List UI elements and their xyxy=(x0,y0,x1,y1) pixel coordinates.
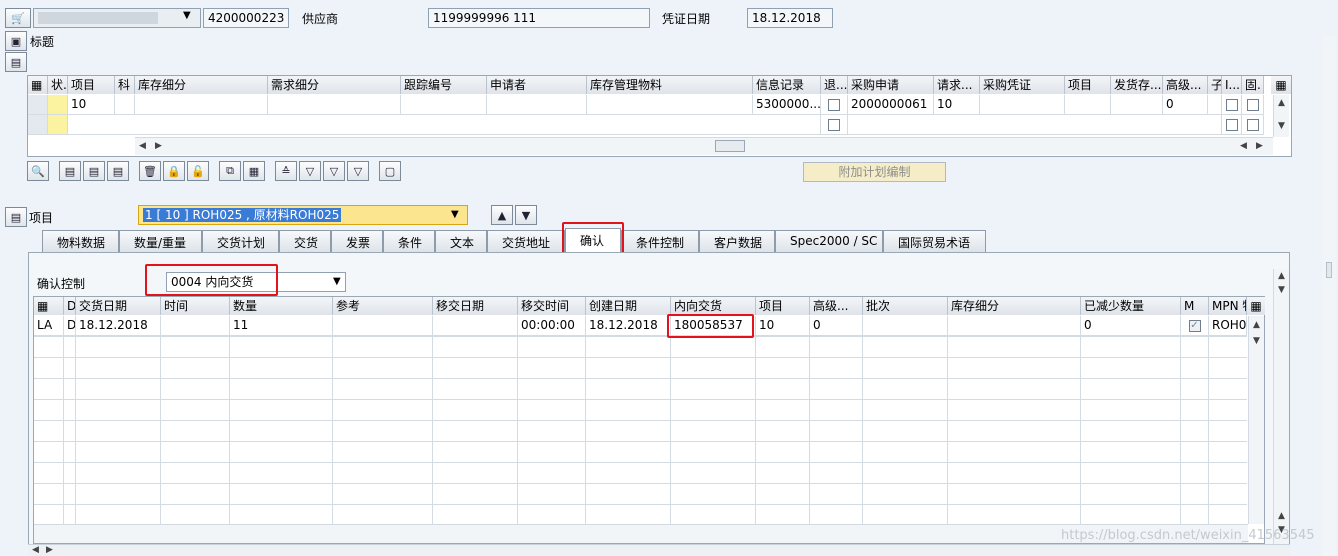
adv-cell[interactable]: 0 xyxy=(1163,95,1208,115)
tab-material-data[interactable]: 物料数据 xyxy=(42,230,119,252)
chevron-down-icon[interactable]: ▼ xyxy=(183,10,191,21)
vendor-field[interactable]: 1199999996 111 xyxy=(428,8,650,28)
select-all-icon[interactable]: ▦ xyxy=(34,297,64,315)
highlight-box-control xyxy=(145,264,278,296)
watermark-text: https://blog.csdn.net/weixin_41563545 xyxy=(1061,528,1315,543)
row-selector[interactable] xyxy=(28,95,48,115)
detail-icon[interactable]: 🔍 xyxy=(27,161,49,181)
table-settings-icon[interactable]: ▦ xyxy=(1271,76,1291,94)
item-select[interactable]: 1 [ 10 ] ROH025 , 原材料ROH025 xyxy=(138,205,468,225)
chevron-down-icon[interactable]: ▼ xyxy=(333,276,341,287)
tab-text[interactable]: 文本 xyxy=(435,230,487,252)
panel-hscroll[interactable]: ◀ ▶ xyxy=(28,544,1290,556)
chevron-down-icon[interactable]: ▼ xyxy=(451,209,459,220)
vendor-label: 供应商 xyxy=(302,12,339,26)
calculator-icon[interactable]: ▦ xyxy=(243,161,265,181)
next-item-icon[interactable]: ▼ xyxy=(515,205,537,225)
tab-quantity-weight[interactable]: 数量/重量 xyxy=(119,230,202,252)
empty-rows xyxy=(34,336,1247,524)
fixed-checkbox[interactable] xyxy=(1246,98,1259,111)
copy-icon[interactable]: ⧉ xyxy=(219,161,241,181)
paste-item-icon[interactable]: ▤ xyxy=(107,161,129,181)
item-table-vscroll[interactable]: ▲ ▼ xyxy=(1273,95,1289,137)
tab-delivery-schedule[interactable]: 交货计划 xyxy=(202,230,279,252)
collapse-detail-icon[interactable]: ▤ xyxy=(5,207,27,227)
unlock-icon[interactable]: 🔓 xyxy=(187,161,209,181)
prev-item-icon[interactable]: ▲ xyxy=(491,205,513,225)
return-checkbox[interactable] xyxy=(828,98,840,111)
document-icon[interactable]: ▢ xyxy=(379,161,401,181)
fixed-checkbox[interactable] xyxy=(1246,118,1259,131)
filter-icon[interactable]: ▽ xyxy=(299,161,321,181)
purchase-req-cell[interactable]: 2000000061 xyxy=(848,95,934,115)
i-checkbox[interactable] xyxy=(1225,98,1238,111)
item-label: 项目 xyxy=(29,211,54,225)
status-cell[interactable] xyxy=(48,95,68,115)
info-record-cell[interactable]: 5300000... xyxy=(753,95,821,115)
doc-date-field[interactable]: 18.12.2018 xyxy=(747,8,833,28)
confirmation-table: ▦ D 交货日期 时间 数量 参考 移交日期 移交时间 创建日期 内向交货 项目… xyxy=(33,296,1265,544)
collapse-items-icon[interactable]: ▤ xyxy=(5,52,27,72)
confirmation-control-label: 确认控制 xyxy=(37,277,86,291)
add-planning-button[interactable]: 附加计划编制 xyxy=(803,162,946,182)
lock-icon[interactable]: 🔒 xyxy=(163,161,185,181)
select-all-icon[interactable]: ▦ xyxy=(28,76,48,94)
insert-item-icon[interactable]: ▤ xyxy=(83,161,105,181)
po-number-field[interactable]: 4200000223 xyxy=(203,8,289,28)
highlight-box-inbound xyxy=(667,314,754,338)
tab-delivery[interactable]: 交货 xyxy=(279,230,331,252)
confirmation-type-cell[interactable]: LA xyxy=(34,316,64,336)
confirmation-table-vscroll[interactable]: ▲ ▼ xyxy=(1248,316,1264,524)
delete-icon[interactable]: 🗑 xyxy=(139,161,161,181)
filter-set-icon[interactable]: ▽ xyxy=(323,161,345,181)
quantity-cell[interactable]: 11 xyxy=(230,316,333,336)
expand-header-icon[interactable]: ▣ xyxy=(5,31,27,51)
sort-icon[interactable]: ≙ xyxy=(275,161,297,181)
doc-type-select[interactable] xyxy=(33,8,201,28)
table-settings-icon[interactable]: ▦ xyxy=(1247,297,1265,315)
return-checkbox[interactable] xyxy=(828,118,840,131)
tab-invoice[interactable]: 发票 xyxy=(331,230,383,252)
panel-vscroll[interactable]: ▲ ▼ ▲ ▼ xyxy=(1273,269,1289,555)
window-vscroll[interactable] xyxy=(1322,36,1336,556)
tab-spec2000[interactable]: Spec2000 / SC xyxy=(775,230,883,252)
req-item-cell[interactable]: 10 xyxy=(934,95,980,115)
row-selector[interactable] xyxy=(28,115,48,135)
m-checkbox[interactable]: ✓ xyxy=(1188,319,1201,332)
cart-icon[interactable]: 🛒 xyxy=(5,8,31,28)
table-row-item[interactable]: 10 xyxy=(68,95,115,115)
tab-incoterms[interactable]: 国际贸易术语 xyxy=(883,230,986,252)
item-overview-table: ▦ 状. 项目 科 库存细分 需求细分 跟踪编号 申请者 库存管理物料 信息记录… xyxy=(27,75,1292,157)
tab-conditions[interactable]: 条件 xyxy=(383,230,435,252)
copy-item-icon[interactable]: ▤ xyxy=(59,161,81,181)
status-cell[interactable] xyxy=(48,115,68,135)
tab-customer-data[interactable]: 客户数据 xyxy=(699,230,775,252)
header-title-label: 标题 xyxy=(30,35,55,49)
item-table-hscroll[interactable]: ◀ ▶ ◀ ▶ xyxy=(135,137,1273,155)
filter-clear-icon[interactable]: ▽ xyxy=(347,161,369,181)
tab-condition-control[interactable]: 条件控制 xyxy=(621,230,699,252)
tab-delivery-address[interactable]: 交货地址 xyxy=(487,230,565,252)
i-checkbox[interactable] xyxy=(1225,118,1238,131)
highlight-box-tab xyxy=(562,222,624,255)
delivery-date-cell[interactable]: 18.12.2018 xyxy=(76,316,161,336)
detail-tabs: 物料数据 数量/重量 交货计划 交货 发票 条件 文本 交货地址 确认 条件控制… xyxy=(42,228,992,252)
doc-date-label: 凭证日期 xyxy=(662,12,711,26)
